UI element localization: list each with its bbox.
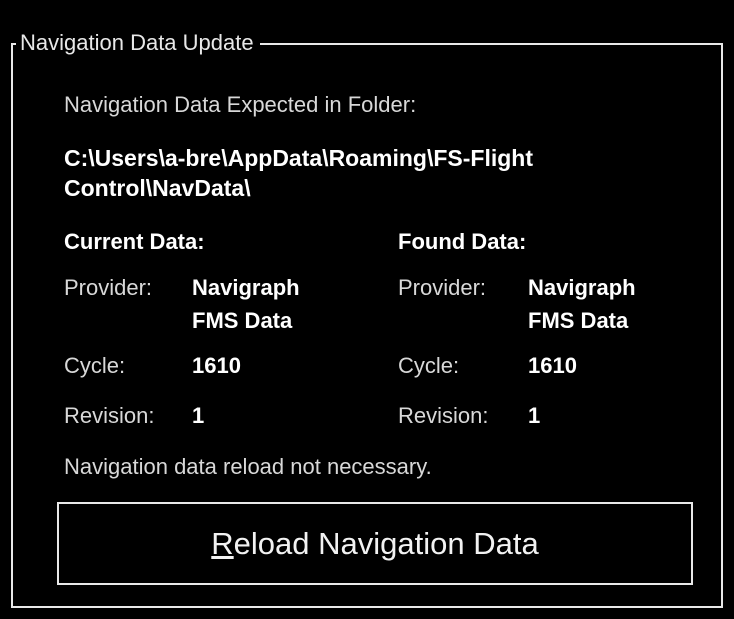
current-revision-value: 1 [192, 403, 205, 428]
folder-path-line-2: Control\NavData\ [64, 175, 251, 201]
reload-button-mnemonic: R [211, 525, 234, 561]
current-cycle-value: 1610 [192, 353, 241, 378]
reload-button-label-rest: eload Navigation Data [233, 525, 539, 561]
found-provider-value-line-2: FMS Data [528, 308, 629, 333]
folder-label: Navigation Data Expected in Folder: [64, 92, 417, 117]
current-provider-label: Provider: [64, 275, 153, 300]
found-cycle-label: Cycle: [398, 353, 460, 378]
current-provider-value-line-2: FMS Data [192, 308, 293, 333]
current-cycle-label: Cycle: [64, 353, 126, 378]
current-provider-value-line-1: Navigraph [192, 275, 300, 300]
found-provider-value-line-1: Navigraph [528, 275, 636, 300]
found-revision-label: Revision: [398, 403, 489, 428]
folder-path-line-1: C:\Users\a-bre\AppData\Roaming\FS-Flight [64, 145, 533, 171]
status-message: Navigation data reload not necessary. [64, 454, 432, 479]
found-revision-value: 1 [528, 403, 541, 428]
reload-button-label: Reload Navigation Data [211, 526, 538, 562]
found-cycle-value: 1610 [528, 353, 577, 378]
reload-navigation-data-button[interactable]: Reload Navigation Data [57, 502, 693, 585]
navigation-data-update-panel: Navigation Data Update Navigation Data E… [0, 0, 734, 619]
current-revision-label: Revision: [64, 403, 155, 428]
found-provider-label: Provider: [398, 275, 487, 300]
groupbox-title: Navigation Data Update [16, 26, 260, 60]
current-data-heading: Current Data: [64, 229, 205, 254]
found-data-heading: Found Data: [398, 229, 527, 254]
